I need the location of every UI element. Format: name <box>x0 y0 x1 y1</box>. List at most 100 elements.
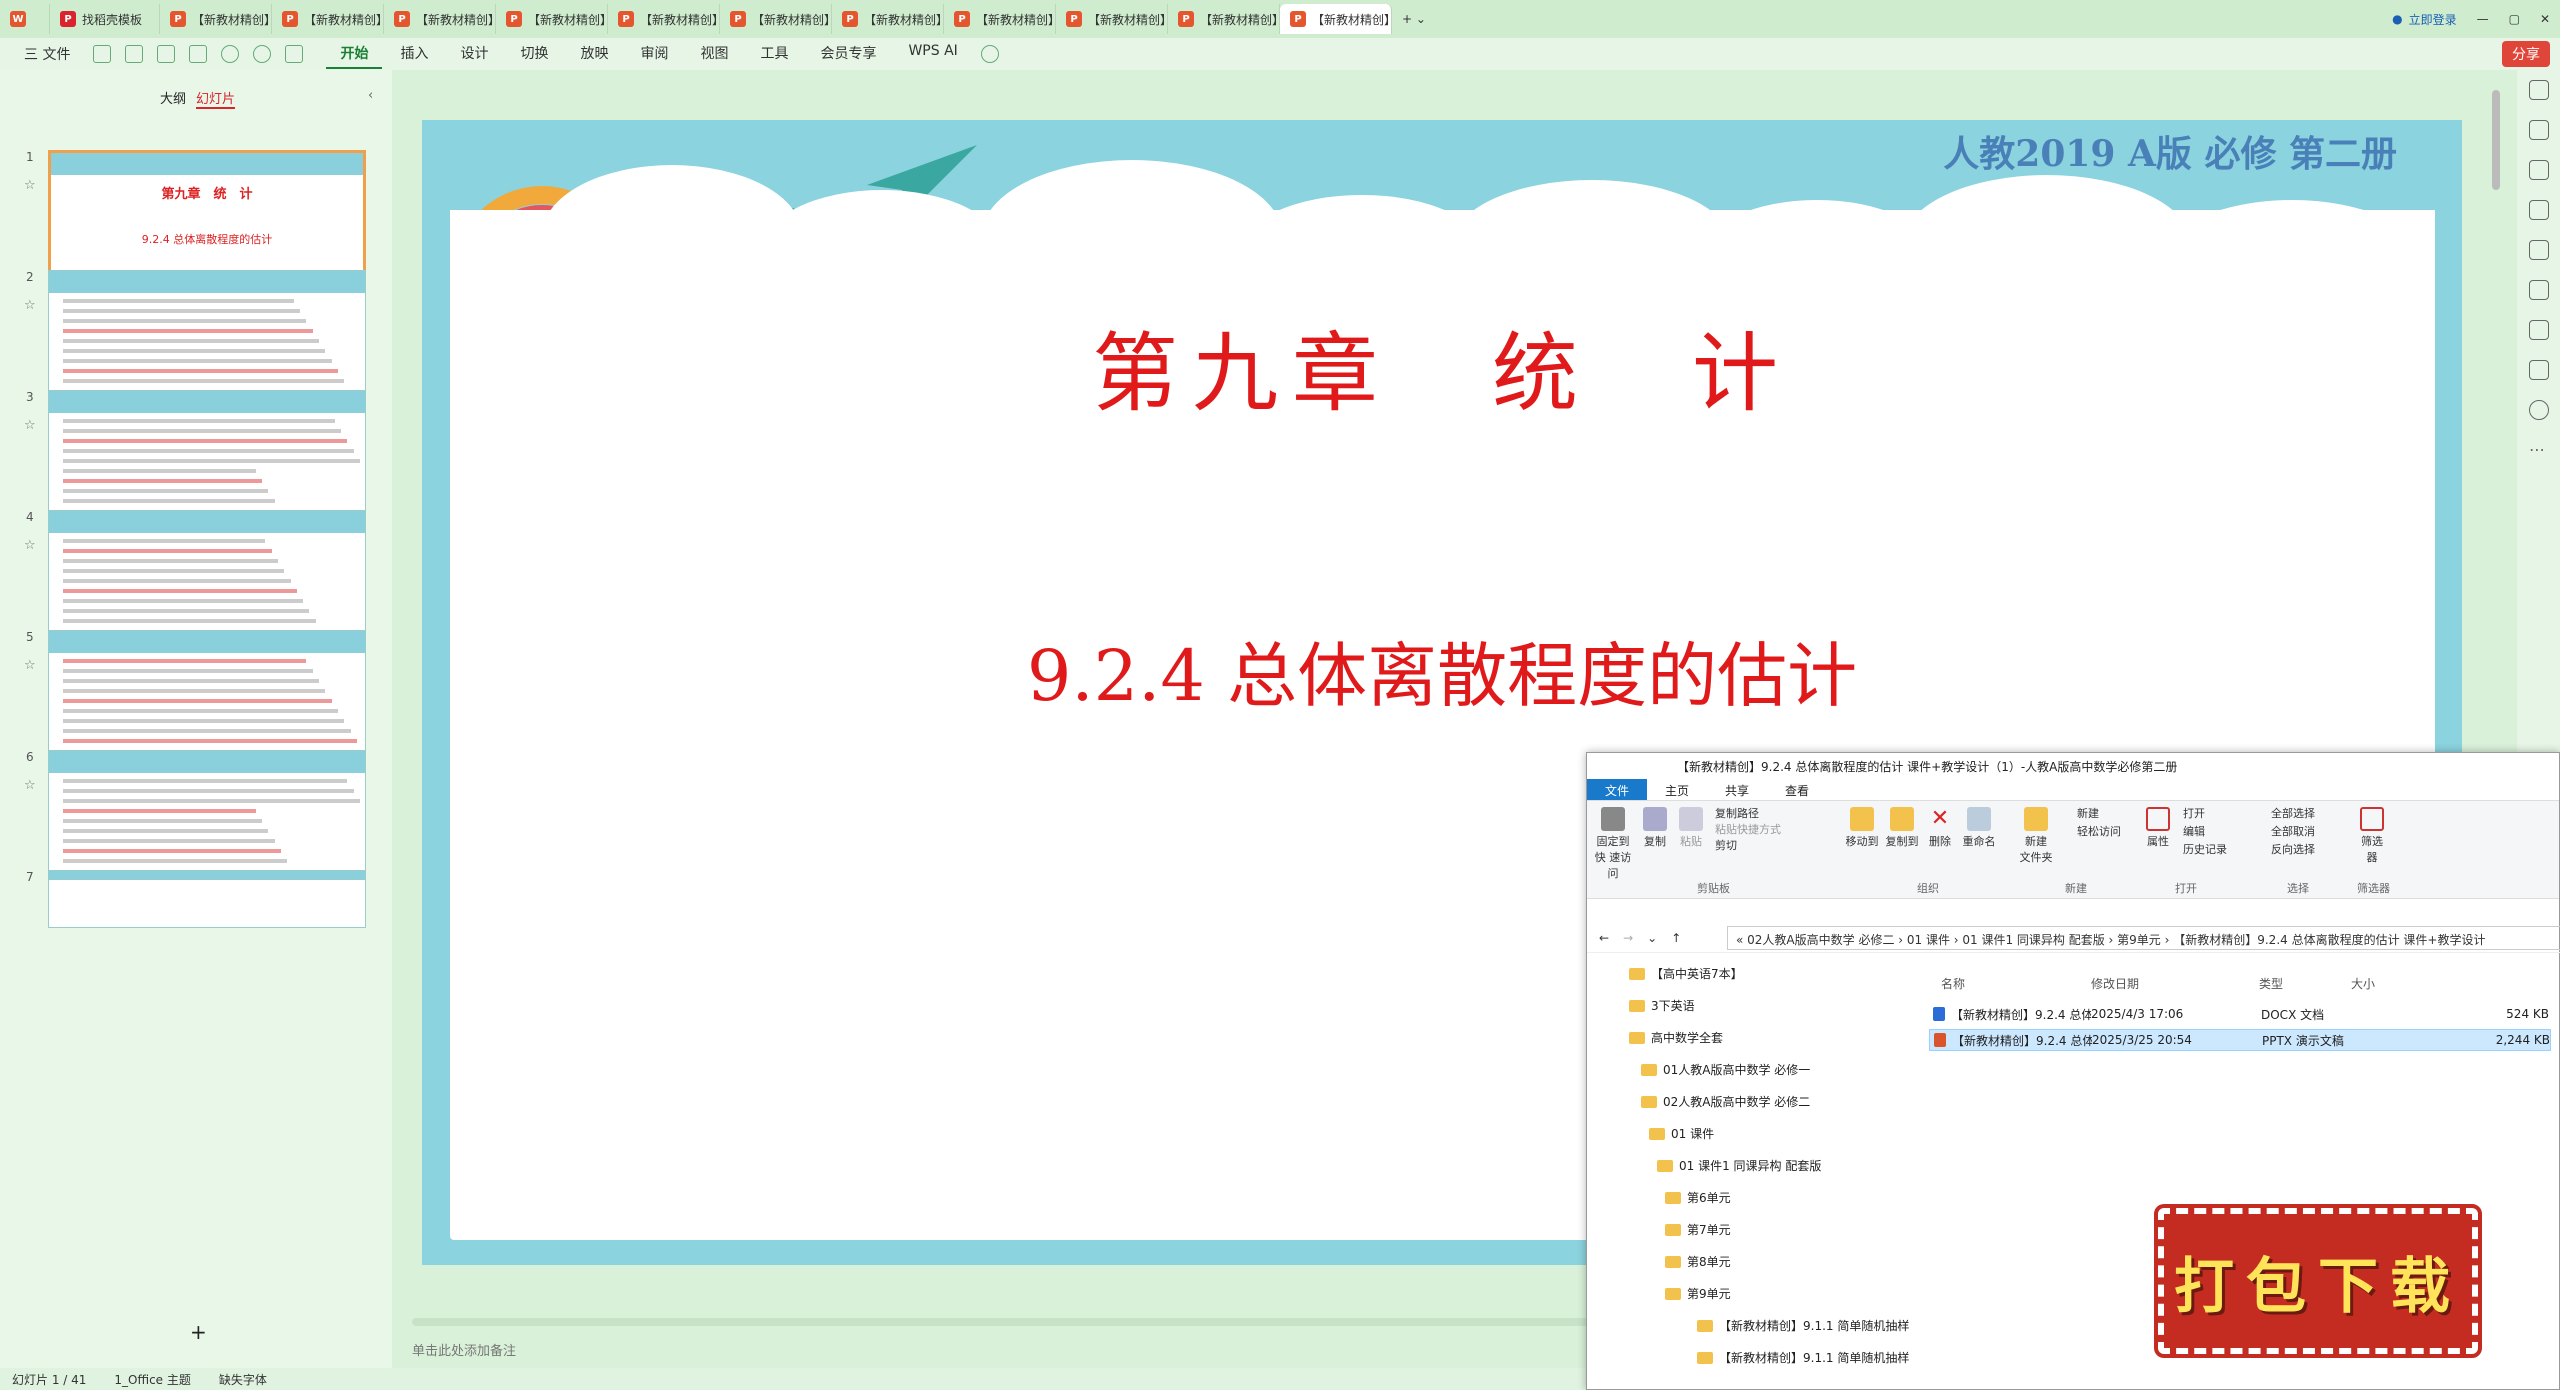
menu-item[interactable]: WPS AI <box>894 39 971 69</box>
folder-tree-item[interactable]: 02人教A版高中数学 必修二 <box>1641 1093 1810 1110</box>
slide-thumbnail[interactable] <box>48 870 366 880</box>
browser-tab[interactable]: P 【新教材精创】9.… <box>1280 4 1392 34</box>
slide-star-icon[interactable]: ☆ <box>24 778 36 793</box>
file-row[interactable]: 【新教材精创】9.2.4 总体离散程度的估…2025/4/3 17:06 DOCX… <box>1929 1003 2551 1025</box>
column-header[interactable]: 大小 <box>2351 975 2375 992</box>
easy-access-button[interactable]: 轻松访问 <box>2077 823 2121 839</box>
book-icon[interactable] <box>2529 360 2549 380</box>
menu-item[interactable]: 放映 <box>566 39 622 69</box>
redo-icon[interactable] <box>253 45 272 63</box>
slide-title[interactable]: 第九章 统 计 <box>422 303 2462 428</box>
folder-tree-item[interactable]: 01人教A版高中数学 必修一 <box>1641 1061 1810 1078</box>
menu-item[interactable]: 审阅 <box>626 39 682 69</box>
menu-item[interactable]: 会员专享 <box>806 39 890 69</box>
vertical-scrollbar[interactable] <box>2492 90 2500 190</box>
cut-button[interactable]: 剪切 <box>1715 837 1737 853</box>
paste-shortcut-button[interactable]: 粘贴快捷方式 <box>1715 821 1781 837</box>
delete-button[interactable]: ✕ 删除 <box>1925 807 1955 849</box>
explorer-tab[interactable]: 文件 <box>1587 779 1648 800</box>
history-button[interactable]: 历史记录 <box>2183 841 2227 857</box>
slide-thumbnail-row[interactable]: 7 <box>0 870 392 1055</box>
slide-subtitle[interactable]: 9.2.4 总体离散程度的估计 <box>422 620 2462 721</box>
folder-tree-item[interactable]: 【新教材精创】9.1.1 简单随机抽样 <box>1697 1317 1909 1334</box>
slide-star-icon[interactable]: ☆ <box>24 418 36 433</box>
preview-icon[interactable] <box>189 45 208 63</box>
browser-tab[interactable]: P 【新教材精创】9.2.2 总… <box>832 4 944 34</box>
copy-to-button[interactable]: 复制到 <box>1883 807 1921 849</box>
browser-tab[interactable]: P 【新教材精创】9.2.3 总… <box>1056 4 1168 34</box>
edit-button[interactable]: 编辑 <box>2183 823 2205 839</box>
browser-tab[interactable]: P 【新教材精创】9.1.3 获… <box>384 4 496 34</box>
save-icon[interactable] <box>93 45 112 63</box>
paste-button[interactable]: 粘贴 <box>1675 807 1707 849</box>
column-header[interactable]: 类型 <box>2259 975 2283 992</box>
folder-tree-item[interactable]: 【新教材精创】9.1.1 简单随机抽样 <box>1697 1349 1909 1366</box>
login-button[interactable]: ● 立即登录 <box>2382 4 2467 34</box>
download-package-button[interactable]: 打包下载 <box>2154 1204 2482 1358</box>
browser-tab[interactable]: P 【新教材精创】9.1.2 分… <box>160 4 272 34</box>
browser-tab[interactable]: P 【新教材精创】9.1.2 分… <box>272 4 384 34</box>
menu-item[interactable]: 设计 <box>446 39 502 69</box>
recent-icon[interactable]: ⌄ <box>1647 931 1657 945</box>
folder-tree-item[interactable]: 01 课件 <box>1649 1125 1714 1142</box>
folder-tree-item[interactable]: 3下英语 <box>1629 997 1695 1014</box>
tab-outline[interactable]: 大纲 <box>160 88 186 107</box>
back-icon[interactable]: ← <box>1599 931 1609 945</box>
move-to-button[interactable]: 移动到 <box>1843 807 1881 849</box>
copy-icon[interactable] <box>2529 200 2549 220</box>
undo-icon[interactable] <box>221 45 240 63</box>
app-logo[interactable]: W <box>0 4 50 34</box>
explorer-tab[interactable]: 主页 <box>1647 779 1707 800</box>
select-none-button[interactable]: 全部取消 <box>2271 823 2315 839</box>
filter-button[interactable]: 筛选 器 <box>2357 807 2387 865</box>
file-menu[interactable]: 三 文件 <box>10 40 84 68</box>
folder-tree-item[interactable]: 第9单元 <box>1665 1285 1731 1302</box>
copy-button[interactable]: 复制 <box>1639 807 1671 849</box>
tools-icon[interactable] <box>2529 240 2549 260</box>
shape-icon[interactable] <box>2529 280 2549 300</box>
search-icon[interactable] <box>980 45 999 63</box>
slide-star-icon[interactable]: ☆ <box>24 298 36 313</box>
folder-tree-item[interactable]: 高中数学全套 <box>1629 1029 1723 1046</box>
close-button[interactable]: ✕ <box>2530 4 2560 34</box>
transfer-icon[interactable] <box>2529 320 2549 340</box>
pin-quick-access-button[interactable]: 固定到快 速访问 <box>1593 807 1633 881</box>
new-item-button[interactable]: 新建 <box>2077 805 2099 821</box>
explorer-tab[interactable]: 共享 <box>1707 779 1767 800</box>
new-tab-button[interactable]: + ⌄ <box>1392 4 1436 34</box>
browser-tab[interactable]: P 【新教材精创】9.2.3 总… <box>1168 4 1280 34</box>
share-button[interactable]: 分享 <box>2502 41 2550 67</box>
folder-tree-item[interactable]: 第7单元 <box>1665 1221 1731 1238</box>
browser-tab[interactable]: P 【新教材精创】9.2.1 总… <box>720 4 832 34</box>
menu-item[interactable]: 工具 <box>746 39 802 69</box>
help-icon[interactable] <box>2529 400 2549 420</box>
minimize-button[interactable]: — <box>2467 4 2499 34</box>
file-row[interactable]: 【新教材精创】9.2.4 总体离散程度的估…2025/3/25 20:54 PPT… <box>1929 1029 2551 1051</box>
print-icon[interactable] <box>157 45 176 63</box>
menu-item[interactable]: 开始 <box>326 39 383 69</box>
browser-tab[interactable]: P 【新教材精创】9.1.3 获… <box>496 4 608 34</box>
select-all-button[interactable]: 全部选择 <box>2271 805 2315 821</box>
browser-tab[interactable]: P 【新教材精创】9.2.1 总… <box>608 4 720 34</box>
forward-icon[interactable]: → <box>1623 931 1633 945</box>
column-header[interactable]: 修改日期 <box>2091 975 2139 992</box>
star-icon[interactable] <box>2529 160 2549 180</box>
copy-path-button[interactable]: 复制路径 <box>1715 805 1759 821</box>
folder-tree-item[interactable]: 第6单元 <box>1665 1189 1731 1206</box>
column-header[interactable]: 名称 <box>1941 975 1965 992</box>
rename-button[interactable]: 重命名 <box>1959 807 1999 849</box>
menu-item[interactable]: 插入 <box>386 39 442 69</box>
export-icon[interactable] <box>125 45 144 63</box>
maximize-button[interactable]: ▢ <box>2499 4 2530 34</box>
format-icon[interactable] <box>285 45 304 63</box>
slide-star-icon[interactable]: ☆ <box>24 658 36 673</box>
properties-button[interactable]: 属性 <box>2143 807 2173 849</box>
collapse-icon[interactable] <box>2529 80 2549 100</box>
slide-star-icon[interactable]: ☆ <box>24 538 36 553</box>
collapse-panel-icon[interactable]: ‹ <box>368 88 373 103</box>
up-icon[interactable]: ↑ <box>1671 931 1681 945</box>
browser-tab[interactable]: P 找稻壳模板 <box>50 4 160 34</box>
slide-star-icon[interactable]: ☆ <box>24 178 36 193</box>
new-folder-button[interactable]: 新建 文件夹 <box>2015 807 2057 865</box>
invert-selection-button[interactable]: 反向选择 <box>2271 841 2315 857</box>
